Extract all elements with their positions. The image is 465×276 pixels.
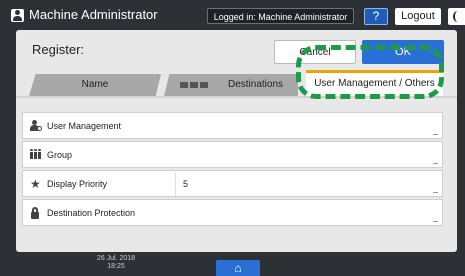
- home-icon: ⌂: [234, 261, 242, 275]
- home-button[interactable]: ⌂: [216, 260, 260, 276]
- tab-destinations-label: Destinations: [228, 79, 284, 90]
- moon-icon[interactable]: [448, 8, 465, 25]
- time-text: 18:25: [107, 263, 125, 270]
- row-expand-mark: [433, 221, 438, 222]
- highlight-callout: [296, 45, 444, 99]
- top-bar: Machine Administrator Logged in: Machine…: [0, 0, 465, 30]
- group-icon: [30, 149, 42, 161]
- header-title: Machine Administrator: [29, 7, 158, 22]
- logout-button[interactable]: Logout: [395, 8, 441, 25]
- user-key-icon: [30, 120, 42, 132]
- row-divider: [175, 173, 176, 196]
- login-status: Logged in: Machine Administrator: [207, 8, 354, 24]
- row-expand-mark: [433, 192, 438, 193]
- lock-icon: [30, 207, 42, 219]
- destination-type-icons: [180, 82, 210, 88]
- row-label: Group: [47, 150, 73, 160]
- help-button[interactable]: ?: [364, 8, 388, 25]
- display-priority-value: 5: [183, 179, 189, 189]
- row-label: User Management: [47, 121, 122, 131]
- row-display-priority[interactable]: ★ Display Priority 5: [22, 170, 443, 197]
- row-destination-protection[interactable]: Destination Protection: [22, 199, 443, 226]
- device-screen: Machine Administrator Logged in: Machine…: [0, 0, 465, 276]
- date-text: 26 Jul. 2018: [96, 255, 136, 262]
- tab-name[interactable]: Name: [29, 74, 161, 96]
- tab-destinations[interactable]: Destinations: [164, 74, 298, 96]
- row-label: Display Priority: [47, 179, 108, 189]
- row-expand-mark: [433, 163, 438, 164]
- star-icon: ★: [30, 177, 41, 191]
- date-time: 26 Jul. 2018 18:25: [96, 255, 136, 271]
- page-title: Register:: [32, 42, 85, 57]
- user-icon: [11, 9, 24, 22]
- row-label: Destination Protection: [47, 208, 136, 218]
- bottom-bar: 26 Jul. 2018 18:25 ⌂: [0, 252, 465, 276]
- row-user-management[interactable]: User Management: [22, 112, 443, 139]
- row-expand-mark: [433, 134, 438, 135]
- row-group[interactable]: Group: [22, 141, 443, 168]
